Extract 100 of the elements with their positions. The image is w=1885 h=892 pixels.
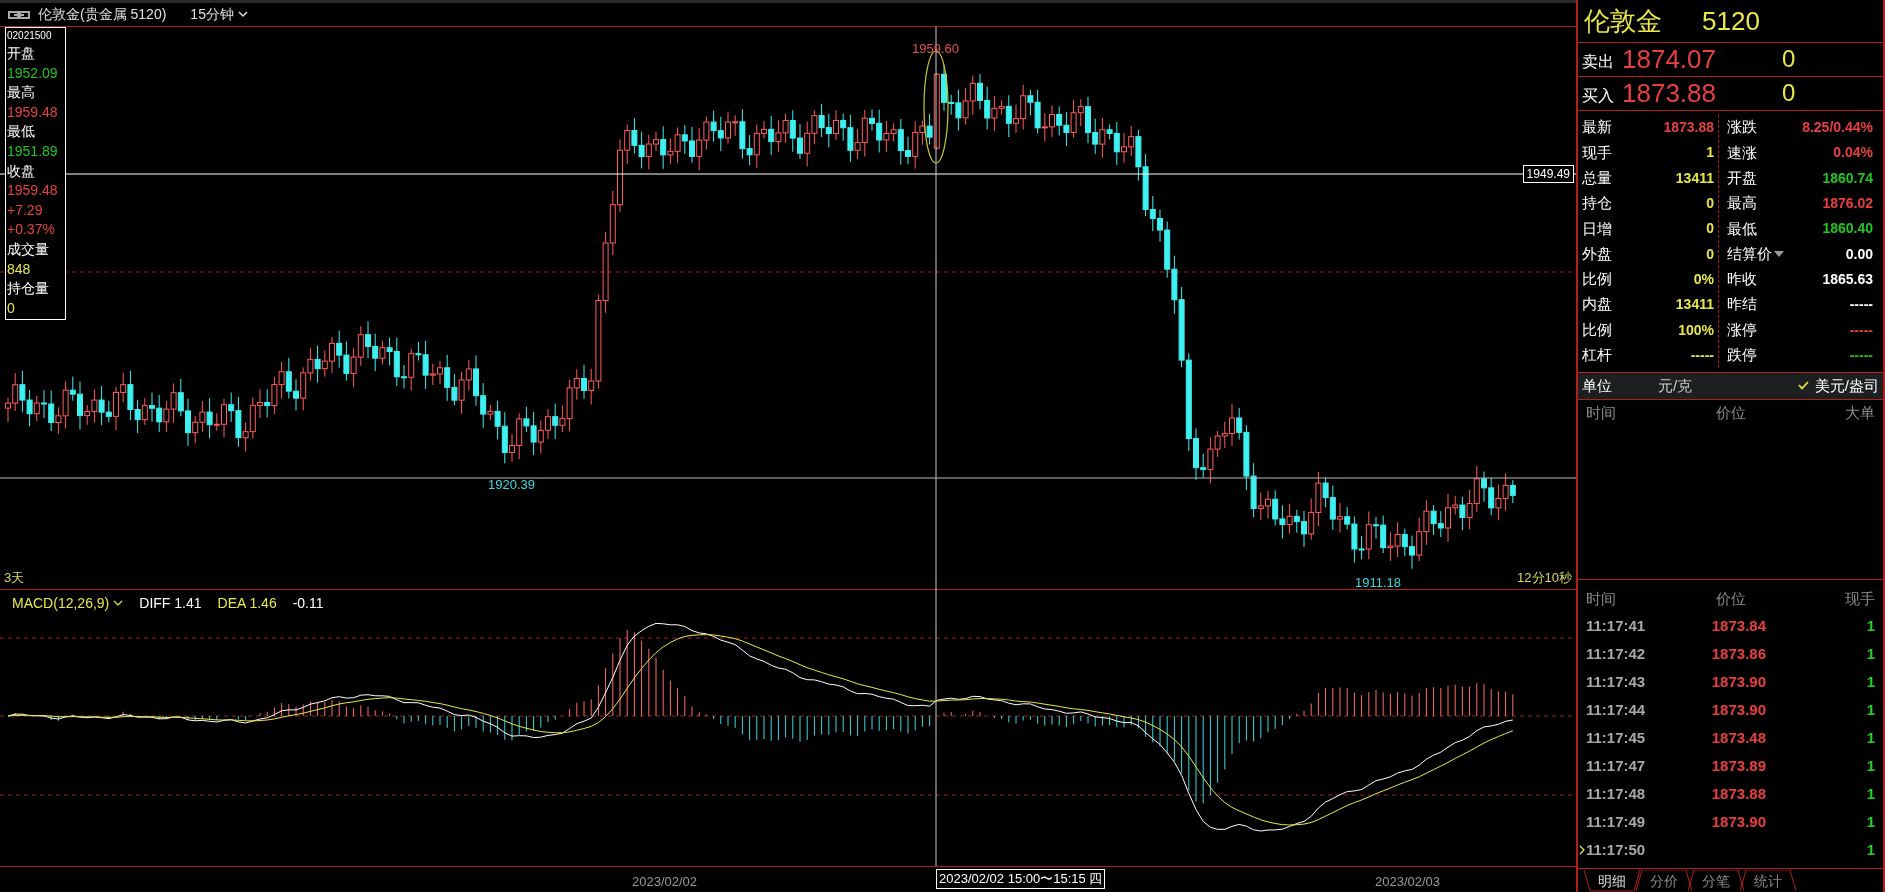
info-label: 持仓量 — [7, 279, 50, 299]
countdown-label: 12分10秒 — [1517, 568, 1572, 587]
trade-volume: 1 — [1866, 699, 1875, 720]
stat-label: 昨收 — [1727, 269, 1757, 290]
column-header: 时间 — [1586, 588, 1616, 609]
stat-label: 杠杆 — [1582, 345, 1612, 366]
unit-option[interactable]: 美元/盎司 — [1797, 374, 1879, 398]
stat-label: 最低 — [1727, 218, 1757, 239]
trade-time: 11:17:49 — [1586, 811, 1647, 832]
stat-label: 涨停 — [1727, 319, 1757, 340]
stat-label: 比例 — [1582, 269, 1612, 290]
trade-price: 1873.48 — [1710, 727, 1766, 748]
column-header: 大单 — [1845, 402, 1875, 423]
trade-volume: 1 — [1866, 671, 1875, 692]
info-value: 1959.48 — [7, 181, 59, 201]
stat-label: 速涨 — [1727, 142, 1757, 163]
tab[interactable]: 分价 — [1636, 870, 1692, 892]
stat-value: 1873.88 — [1663, 118, 1714, 138]
stat-label: 持仓 — [1582, 193, 1612, 214]
stat-value: 0 — [1706, 244, 1714, 264]
stat-value: 100% — [1678, 320, 1714, 340]
stat-value: 13411 — [1675, 168, 1714, 188]
stat-label: 涨跌 — [1727, 117, 1757, 138]
stat-value: ----- — [1849, 320, 1873, 340]
info-value: 1951.89 — [7, 141, 59, 161]
trade-volume: 1 — [1866, 727, 1875, 748]
trade-time: 11:17:41 — [1586, 615, 1647, 636]
period-dropdown[interactable]: 15分钟 — [190, 4, 248, 25]
trade-volume: 1 — [1866, 839, 1875, 860]
stat-label: 现手 — [1582, 142, 1612, 163]
stat-value: ----- — [1849, 345, 1873, 365]
stat-value: 1876.02 — [1822, 194, 1873, 214]
trade-volume: 1 — [1866, 783, 1875, 804]
stat-value: 0.04% — [1833, 143, 1873, 163]
bid-label: 买入 — [1582, 86, 1615, 106]
stat-label: 结算价 — [1727, 243, 1772, 264]
ask-volume: 0 — [1782, 44, 1796, 74]
info-value: 1959.48 — [7, 102, 59, 122]
stat-value: ----- — [1690, 345, 1714, 365]
trade-time: 11:17:50 — [1586, 839, 1647, 860]
stat-value: 0 — [1706, 219, 1714, 239]
stat-value: 0.00 — [1845, 244, 1873, 264]
stat-label: 跌停 — [1727, 345, 1757, 366]
tab[interactable]: 分笔 — [1688, 870, 1744, 892]
info-label: 开盘 — [7, 44, 36, 63]
stat-value: 0% — [1693, 269, 1714, 289]
trade-price: 1873.89 — [1710, 755, 1766, 776]
info-value: 848 — [7, 259, 32, 279]
info-label: 最高 — [7, 83, 36, 103]
axis-date-label: 2023/02/03 — [1375, 873, 1441, 891]
stat-label: 内盘 — [1582, 294, 1612, 315]
bid-price: 1873.88 — [1622, 78, 1717, 108]
stat-label: 最高 — [1727, 193, 1757, 214]
stat-value: 0 — [1706, 194, 1714, 214]
chart-title: 伦敦金(贵金属 5120) — [38, 5, 167, 24]
unit-option[interactable]: 元/克 — [1658, 374, 1693, 398]
info-value: +7.29 — [7, 200, 44, 220]
trade-price: 1873.90 — [1710, 671, 1766, 692]
stat-label: 外盘 — [1582, 243, 1612, 264]
trade-price: 1873.90 — [1710, 811, 1766, 832]
macd-value: -0.11 — [292, 594, 324, 613]
trade-price: 1873.90 — [1710, 699, 1766, 720]
range-label: 3天 — [4, 568, 25, 587]
trade-price: 1873.88 — [1710, 783, 1766, 804]
trade-volume: 1 — [1866, 755, 1875, 776]
info-value: 0 — [7, 298, 16, 318]
column-header: 时间 — [1586, 402, 1616, 423]
price-label: 1920.39 — [488, 476, 535, 494]
stat-value: 13411 — [1675, 295, 1714, 315]
stat-value: 1860.40 — [1822, 219, 1873, 239]
ask-label: 卖出 — [1582, 52, 1615, 72]
price-label: 1959.60 — [912, 40, 959, 58]
trade-time: 11:17:45 — [1586, 727, 1647, 748]
stat-value: ----- — [1849, 295, 1873, 315]
unit-label: 单位 — [1582, 375, 1613, 396]
info-label: 成交量 — [7, 239, 50, 259]
timestamp: 02021500 — [7, 29, 53, 43]
dea-value: DEA 1.46 — [217, 594, 277, 613]
column-header: 价位 — [1715, 402, 1746, 423]
trade-time: 11:17:48 — [1586, 783, 1647, 804]
trade-time: 11:17:42 — [1586, 643, 1647, 664]
tab[interactable]: 统计 — [1740, 870, 1796, 892]
stat-value: 1 — [1706, 143, 1714, 163]
info-label: 最低 — [7, 122, 36, 142]
stat-label: 日增 — [1582, 218, 1612, 239]
column-header: 价位 — [1715, 588, 1746, 609]
stat-label: 比例 — [1582, 319, 1612, 340]
tab[interactable]: 明细 — [1584, 870, 1640, 892]
info-value: +0.37% — [7, 220, 56, 240]
stat-label: 开盘 — [1727, 168, 1757, 188]
instrument-code: 5120 — [1702, 4, 1760, 38]
stat-value: 1865.63 — [1822, 269, 1873, 289]
diff-value: DIFF 1.41 — [139, 594, 202, 613]
info-value: 1952.09 — [7, 63, 59, 83]
trade-volume: 1 — [1866, 615, 1875, 636]
trade-volume: 1 — [1866, 811, 1875, 832]
trade-time: 11:17:47 — [1586, 755, 1647, 776]
price-label: 1911.18 — [1355, 574, 1402, 592]
column-header: 现手 — [1845, 588, 1875, 609]
indicator-dropdown[interactable]: MACD(12,26,9) — [12, 593, 124, 614]
